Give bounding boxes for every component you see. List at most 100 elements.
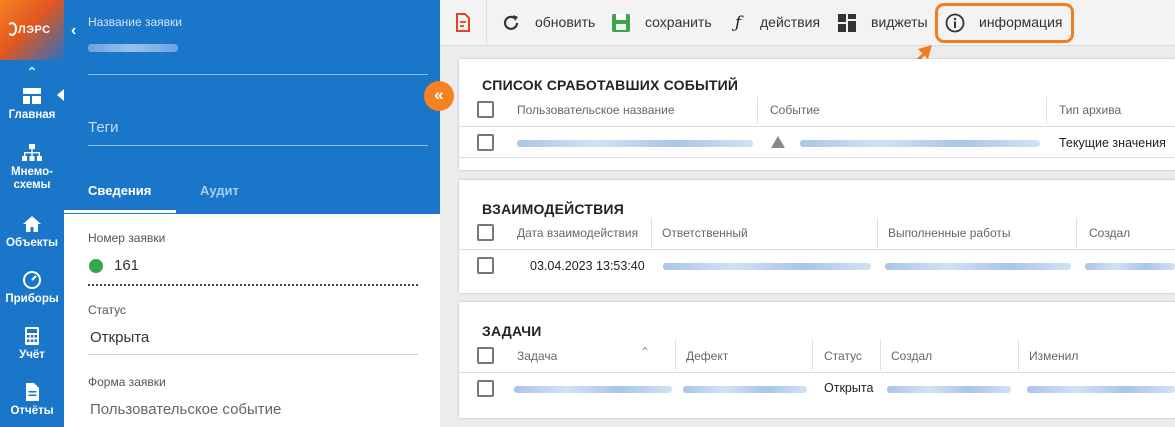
request-form-value: Пользовательское событие bbox=[90, 401, 282, 418]
nav-item-label: Приборы bbox=[5, 293, 59, 305]
select-all-checkbox[interactable] bbox=[477, 224, 494, 241]
column-header[interactable]: Событие bbox=[770, 103, 820, 117]
blurred-task-name bbox=[514, 386, 672, 393]
widgets-button[interactable]: виджеты bbox=[871, 14, 928, 30]
select-all-checkbox[interactable] bbox=[477, 347, 494, 364]
sort-ascending-icon[interactable]: ⌃ bbox=[640, 345, 650, 359]
column-separator bbox=[812, 340, 813, 370]
nav-item-label: Отчёты bbox=[10, 405, 54, 417]
interaction-date-cell: 03.04.2023 13:53:40 bbox=[530, 259, 645, 273]
home-icon bbox=[23, 216, 41, 232]
request-form-label: Форма заявки bbox=[88, 375, 166, 389]
column-separator bbox=[651, 218, 652, 248]
active-tab-indicator bbox=[64, 210, 176, 213]
events-card: СПИСОК СРАБОТАВШИХ СОБЫТИЙ Пользовательс… bbox=[459, 59, 1175, 170]
tags-field[interactable]: Теги bbox=[88, 119, 119, 136]
info-highlight-annotation bbox=[935, 3, 1074, 43]
blurred-responsible bbox=[663, 263, 871, 270]
row-divider bbox=[459, 157, 1175, 158]
logo-text: ЛЭРС bbox=[18, 24, 51, 36]
header-divider bbox=[459, 372, 1175, 373]
panel-header: ‹ Название заявки Теги Сведения Аудит bbox=[64, 0, 440, 214]
nav-rail: ЛЭРС ⌃ Главная Мнемо-схемы Объекты Прибо… bbox=[0, 0, 64, 427]
column-separator bbox=[877, 218, 878, 248]
dashboard-icon bbox=[23, 88, 41, 104]
edit-document-icon[interactable] bbox=[452, 12, 474, 34]
column-header[interactable]: Статус bbox=[824, 349, 862, 363]
tags-underline bbox=[88, 145, 428, 146]
function-icon[interactable]: ƒ bbox=[727, 12, 749, 34]
hierarchy-icon bbox=[22, 144, 42, 161]
column-header[interactable]: Дата взаимодействия bbox=[517, 226, 638, 240]
column-separator bbox=[675, 340, 676, 370]
column-header[interactable]: Тип архива bbox=[1059, 103, 1121, 117]
request-detail-panel: ‹ Название заявки Теги Сведения Аудит Но… bbox=[64, 0, 440, 427]
request-number-value: 161 bbox=[114, 257, 140, 274]
nav-item-devices[interactable]: Приборы bbox=[0, 270, 64, 306]
tab-info[interactable]: Сведения bbox=[88, 183, 151, 198]
archive-type-cell: Текущие значения bbox=[1059, 136, 1166, 150]
nav-scroll-up-icon[interactable]: ⌃ bbox=[0, 64, 64, 81]
column-header[interactable]: Изменил bbox=[1029, 349, 1078, 363]
blurred-defect bbox=[683, 386, 807, 393]
toolbar-divider bbox=[486, 0, 487, 46]
select-all-checkbox[interactable] bbox=[477, 101, 494, 118]
nav-item-reports[interactable]: Отчёты bbox=[0, 382, 64, 418]
actions-button[interactable]: действия bbox=[760, 14, 820, 30]
app-logo[interactable]: ЛЭРС bbox=[0, 0, 64, 60]
save-icon[interactable] bbox=[610, 12, 632, 34]
request-number-label: Номер заявки bbox=[88, 231, 166, 245]
task-status-cell: Открыта bbox=[824, 381, 874, 395]
nav-item-accounting[interactable]: Учёт bbox=[0, 326, 64, 362]
header-divider bbox=[459, 249, 1175, 250]
gauge-icon bbox=[23, 271, 41, 289]
collapse-panel-button[interactable]: « bbox=[424, 81, 454, 111]
refresh-icon[interactable] bbox=[500, 12, 522, 34]
column-separator bbox=[1046, 97, 1047, 123]
request-name-label: Название заявки bbox=[88, 15, 182, 29]
request-name-field[interactable] bbox=[88, 44, 178, 52]
tab-audit[interactable]: Аудит bbox=[200, 183, 239, 198]
blurred-event-name bbox=[800, 140, 1040, 147]
status-select[interactable]: Открыта bbox=[90, 329, 149, 346]
status-dot-icon bbox=[89, 259, 103, 273]
nav-active-caret bbox=[57, 89, 64, 101]
interactions-card: ВЗАИМОДЕЙСТВИЯ Дата взаимодействия Ответ… bbox=[459, 180, 1175, 293]
blurred-user-name bbox=[517, 140, 753, 147]
back-chevron-icon[interactable]: ‹ bbox=[71, 22, 76, 40]
status-underline bbox=[88, 354, 418, 355]
column-header[interactable]: Создал bbox=[1089, 226, 1130, 240]
readonly-underline bbox=[88, 284, 418, 286]
widgets-icon[interactable] bbox=[836, 12, 858, 34]
column-header[interactable]: Пользовательское название bbox=[517, 103, 675, 117]
nav-item-mnemo[interactable]: Мнемо-схемы bbox=[0, 143, 64, 192]
warning-icon bbox=[771, 136, 785, 148]
events-card-title: СПИСОК СРАБОТАВШИХ СОБЫТИЙ bbox=[482, 77, 739, 93]
column-header[interactable]: Ответственный bbox=[662, 226, 748, 240]
column-header[interactable]: Выполненные работы bbox=[888, 226, 1010, 240]
nav-item-objects[interactable]: Объекты bbox=[0, 214, 64, 250]
calculator-icon bbox=[25, 327, 39, 345]
column-separator bbox=[1076, 218, 1077, 248]
blurred-creator bbox=[1085, 263, 1175, 270]
nav-item-home[interactable]: Главная bbox=[0, 86, 64, 122]
refresh-button[interactable]: обновить bbox=[535, 14, 595, 30]
column-separator bbox=[757, 97, 758, 123]
interactions-card-title: ВЗАИМОДЕЙСТВИЯ bbox=[482, 201, 624, 217]
row-checkbox[interactable] bbox=[477, 380, 494, 397]
blurred-creator bbox=[887, 386, 1011, 393]
nav-item-label: Учёт bbox=[19, 349, 45, 361]
row-checkbox[interactable] bbox=[477, 134, 494, 151]
status-label: Статус bbox=[88, 303, 126, 317]
column-header[interactable]: Создал bbox=[891, 349, 932, 363]
column-separator bbox=[1018, 340, 1019, 370]
column-separator bbox=[880, 340, 881, 370]
row-checkbox[interactable] bbox=[477, 257, 494, 274]
tasks-card: ЗАДАЧИ Задача ⌃ Дефект Статус Создал Изм… bbox=[459, 302, 1175, 418]
header-divider bbox=[459, 126, 1175, 127]
blurred-works bbox=[885, 263, 1071, 270]
blurred-modifier bbox=[1027, 386, 1175, 393]
column-header[interactable]: Дефект bbox=[686, 349, 728, 363]
save-button[interactable]: сохранить bbox=[645, 14, 712, 30]
column-header[interactable]: Задача bbox=[517, 349, 557, 363]
